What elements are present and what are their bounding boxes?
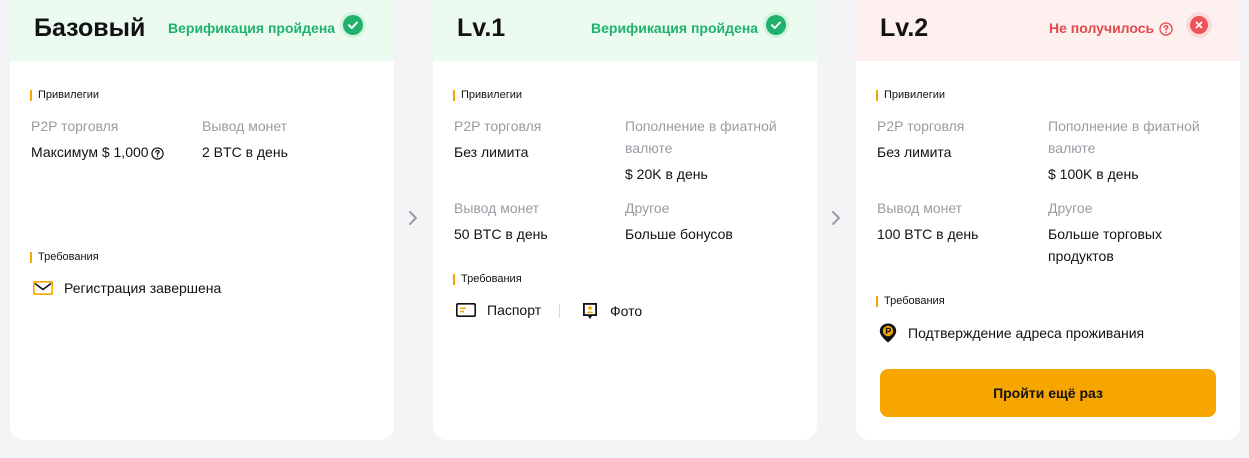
- privilege-label: P2P торговля: [31, 118, 119, 134]
- card-basic: Базовый Верификация пройдена Привилегии …: [10, 0, 394, 440]
- card-lv2: Lv.2 Не получилось Привилегии P2P торгов…: [856, 0, 1240, 440]
- card-title: Lv.2: [880, 14, 929, 42]
- privilege-label: Вывод монет: [202, 118, 288, 134]
- requirement-item: Регистрация завершена: [32, 279, 221, 297]
- status-text: Не получилось: [1049, 20, 1173, 36]
- privilege-value: Без лимита: [877, 144, 952, 160]
- card-lv1: Lv.1 Верификация пройдена Привилегии P2P…: [433, 0, 817, 440]
- requirements-title: Требования: [876, 296, 945, 307]
- requirement-item: Паспорт: [455, 301, 541, 319]
- privilege-value: $ 20K в день: [625, 166, 708, 182]
- privileges-title: Привилегии: [453, 90, 522, 101]
- privileges-title: Привилегии: [30, 90, 99, 101]
- privilege-value: 50 BTC в день: [454, 226, 548, 242]
- email-icon: [33, 281, 53, 295]
- chevron-right-icon: [409, 211, 417, 225]
- privilege-label: Пополнение в фиатной валюте: [625, 118, 777, 156]
- privilege-label: Вывод монет: [877, 200, 963, 216]
- chevron-right-icon: [832, 211, 840, 225]
- requirement-item: Подтверждение адреса проживания: [878, 322, 1144, 344]
- card-title: Lv.1: [457, 14, 506, 42]
- requirement-item: Фото: [580, 301, 642, 321]
- privilege-value: Больше бонусов: [625, 226, 733, 242]
- status-text: Верификация пройдена: [168, 20, 336, 36]
- privilege-value: Максимум $ 1,000: [31, 141, 164, 163]
- divider: [559, 304, 560, 318]
- privileges-title: Привилегии: [876, 90, 945, 101]
- requirements-title: Требования: [453, 274, 522, 285]
- privilege-label: Вывод монет: [454, 200, 540, 216]
- card-header: Базовый Верификация пройдена: [10, 0, 394, 61]
- check-circle-icon: [340, 12, 366, 38]
- requirement-label: Паспорт: [487, 302, 542, 318]
- location-pin-icon: [879, 323, 897, 343]
- id-card-icon: [456, 303, 476, 317]
- close-circle-icon: [1186, 12, 1212, 38]
- retry-button[interactable]: Пройти ещё раз: [880, 369, 1216, 417]
- photo-icon: [583, 303, 597, 319]
- requirement-label: Регистрация завершена: [64, 280, 222, 296]
- card-header: Lv.2 Не получилось: [856, 0, 1240, 61]
- status-text: Верификация пройдена: [591, 20, 759, 36]
- privilege-label: P2P торговля: [454, 118, 542, 134]
- privilege-value: 2 BTC в день: [202, 144, 288, 160]
- requirement-label: Фото: [610, 303, 643, 319]
- privilege-label: P2P торговля: [877, 118, 965, 134]
- privilege-value: Без лимита: [454, 144, 529, 160]
- card-header: Lv.1 Верификация пройдена: [433, 0, 817, 61]
- privilege-value: $ 100K в день: [1048, 166, 1139, 182]
- privilege-label: Другое: [1048, 200, 1093, 216]
- privilege-label: Пополнение в фиатной валюте: [1048, 118, 1200, 156]
- question-circle-icon[interactable]: [1159, 22, 1173, 36]
- privilege-value: 100 BTC в день: [877, 226, 979, 242]
- requirements-title: Требования: [30, 252, 99, 263]
- privilege-value: Больше торговых продуктов: [1048, 226, 1162, 264]
- question-circle-icon[interactable]: [150, 147, 164, 160]
- check-circle-icon: [763, 12, 789, 38]
- requirement-label: Подтверждение адреса проживания: [908, 325, 1145, 341]
- privilege-label: Другое: [625, 200, 670, 216]
- card-title: Базовый: [34, 14, 146, 42]
